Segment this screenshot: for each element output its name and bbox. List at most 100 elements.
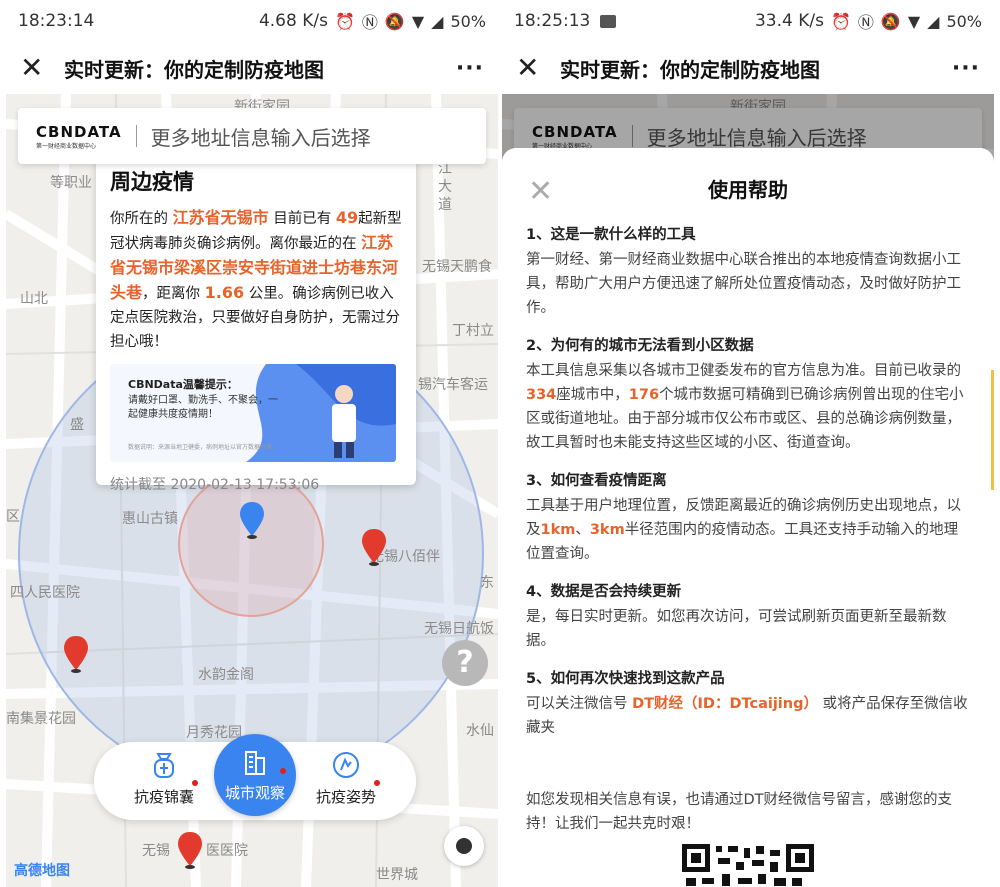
card-body: 你所在的 江苏省无锡市 目前已有 49起新型冠状病毒肺炎确诊病例。离你最近的在 …: [110, 208, 402, 350]
title-bar: ✕ 实时更新：你的定制防疫地图 ···: [6, 42, 498, 94]
section-body: 第一财经、第一财经商业数据中心联合推出的本地疫情查询数据小工具，帮助广大用户方便…: [526, 252, 961, 316]
nav-label: 抗疫锦囊: [133, 788, 194, 806]
section-body: 是，每日实时更新。如您再次访问，可尝试刷新页面更新至最新数据。: [526, 609, 947, 649]
battery-level: 50%: [450, 11, 486, 31]
search-placeholder[interactable]: 更多地址信息输入后选择: [151, 122, 371, 151]
help-dialog: ✕ 使用帮助 1、这是一款什么样的工具 第一财经、第一财经商业数据中心联合推出的…: [502, 148, 994, 887]
close-icon[interactable]: ✕: [20, 54, 54, 82]
map-label: 锡汽车客运: [418, 377, 488, 393]
locate-me-button[interactable]: [444, 826, 484, 866]
card-title: 周边疫情: [110, 170, 194, 194]
section-title: 1、这是一款什么样的工具: [526, 227, 696, 243]
more-menu-button[interactable]: ···: [952, 56, 980, 81]
dialog-footer: 如您发现相关信息有误，也请通过DT财经微信号留言，感谢您的支持！让我们一起共克时…: [526, 792, 953, 832]
building-icon: [245, 751, 265, 775]
current-location-pin[interactable]: [238, 500, 266, 540]
more-menu-button[interactable]: ···: [456, 56, 484, 81]
scroll-indicator: [991, 370, 994, 490]
bottom-nav: 抗疫锦囊 城市观察 抗疫姿势: [94, 734, 416, 820]
map-label: 区: [6, 509, 20, 525]
map-label: 世界城: [376, 867, 418, 883]
stats-timestamp: 统计截至 2020-02-13 17:53:06: [110, 477, 320, 493]
map-label: 医医院: [206, 843, 248, 859]
signal-icon: ◢: [431, 11, 444, 31]
status-bar: 18:25:13 33.4 K/s ⏰ Ⓝ 🔕 ▼ ◢ 50%: [502, 0, 994, 42]
map-label: 等职业: [50, 175, 92, 191]
notification-dot: [192, 780, 198, 786]
section-title: 5、如何再次快速找到这款产品: [526, 671, 725, 687]
bag-icon: [154, 753, 174, 778]
nav-label: 抗疫姿势: [315, 788, 376, 806]
tip-banner: CBNData温馨提示： 请戴好口罩、勤洗手、不聚会，一起健康共度疫情期！ 数据…: [110, 364, 396, 462]
section-title: 3、如何查看疫情距离: [526, 473, 667, 489]
alarm-icon: ⏰: [334, 11, 355, 31]
page-title: 实时更新：你的定制防疫地图: [560, 57, 820, 82]
map-label: 水仙: [466, 723, 494, 739]
radius-1km: 1km: [540, 522, 576, 538]
wechat-id: DT财经（ID：DTcaijing）: [632, 696, 818, 712]
nav-item-anti-epidemic-tips[interactable]: 抗疫锦囊: [124, 750, 204, 807]
cbndata-logo: CBNDATA 第一财经商业数据中心: [36, 122, 122, 150]
map-label: 无锡天鹏食: [422, 259, 492, 275]
city-count: 334: [526, 387, 557, 403]
section-body: 本工具信息采集以各城市卫健委发布的官方信息为准。目前已收录的334座城市中，17…: [526, 363, 964, 451]
dialog-title: 使用帮助: [708, 178, 788, 202]
close-icon[interactable]: ✕: [528, 174, 553, 209]
map-label: 道: [438, 197, 452, 213]
battery-level: 50%: [946, 11, 982, 31]
section-body: 工具基于用户地理位置，反馈距离最近的确诊病例历史出现地点，以及1km、3km半径…: [526, 498, 961, 562]
map-label: 无锡日航饭: [424, 621, 494, 637]
precise-city-count: 176: [628, 387, 660, 403]
nav-label: 城市观察: [224, 784, 285, 802]
notification-dot: [374, 780, 380, 786]
left-screen: 18:23:14 4.68 K/s ⏰ Ⓝ 🔕 ▼ ◢ 50% ✕ 实时更新：你…: [6, 0, 498, 887]
page-title: 实时更新：你的定制防疫地图: [64, 57, 324, 82]
case-pin[interactable]: [176, 830, 204, 870]
close-icon[interactable]: ✕: [516, 54, 550, 82]
case-count: 49: [335, 208, 359, 227]
nearby-epidemic-card: 周边疫情 你所在的 江苏省无锡市 目前已有 49起新型冠状病毒肺炎确诊病例。离你…: [96, 158, 416, 493]
mute-icon: 🔕: [880, 11, 901, 31]
radius-3km: 3km: [589, 522, 625, 538]
distance-value: 1.66: [204, 283, 245, 302]
status-bar: 18:23:14 4.68 K/s ⏰ Ⓝ 🔕 ▼ ◢ 50%: [6, 0, 498, 42]
nav-item-city-watch[interactable]: 城市观察: [214, 734, 296, 816]
nfc-icon: Ⓝ: [857, 13, 874, 32]
network-speed: 4.68 K/s: [258, 11, 328, 31]
map-label: 水韵金阁: [198, 667, 254, 683]
right-screen: 18:25:13 33.4 K/s ⏰ Ⓝ 🔕 ▼ ◢ 50% ✕ 实时更新：你…: [502, 0, 994, 887]
notification-dot: [280, 768, 286, 774]
badge-icon: [333, 752, 359, 778]
wifi-icon: ▼: [411, 11, 425, 31]
divider: [135, 125, 137, 147]
province-highlight: 江苏省无锡市: [172, 208, 269, 227]
help-button[interactable]: ?: [442, 640, 488, 686]
status-time: 18:25:13: [514, 11, 591, 31]
map-label: 大: [438, 179, 452, 195]
tip-title: CBNData温馨提示：: [128, 378, 238, 391]
tip-text: 请戴好口罩、勤洗手、不聚会，一起健康共度疫情期！: [128, 395, 278, 420]
status-time: 18:23:14: [18, 11, 95, 31]
amap-logo: 高德地图: [14, 863, 70, 879]
section-body: 可以关注微信号 DT财经（ID：DTcaijing） 或将产品保存至微信收藏夹: [526, 696, 968, 736]
map-label: 丁村立: [452, 323, 494, 339]
signal-icon: ◢: [927, 11, 940, 31]
map-label: 盛: [70, 417, 84, 433]
tip-note: 数据说明：来源当地卫健委，病例地址以官方数据为准。: [128, 444, 279, 451]
case-pin[interactable]: [360, 527, 388, 567]
map-label: 惠山古镇: [122, 511, 178, 527]
nav-item-anti-epidemic-pose[interactable]: 抗疫姿势: [306, 750, 386, 807]
map-label: 南集景花园: [6, 711, 76, 727]
map-label: 无锡: [142, 843, 170, 859]
image-notification-icon: [600, 14, 617, 28]
map-label: 东: [480, 575, 494, 591]
qr-code[interactable]: [682, 844, 814, 887]
map-label: 四人民医院: [10, 585, 80, 601]
mute-icon: 🔕: [384, 11, 405, 31]
alarm-icon: ⏰: [830, 11, 851, 31]
case-pin[interactable]: [62, 634, 90, 674]
nfc-icon: Ⓝ: [361, 13, 378, 32]
address-search[interactable]: CBNDATA 第一财经商业数据中心 更多地址信息输入后选择: [18, 108, 486, 164]
title-bar: ✕ 实时更新：你的定制防疫地图 ···: [502, 42, 994, 94]
section-title: 2、为何有的城市无法看到小区数据: [526, 338, 754, 354]
